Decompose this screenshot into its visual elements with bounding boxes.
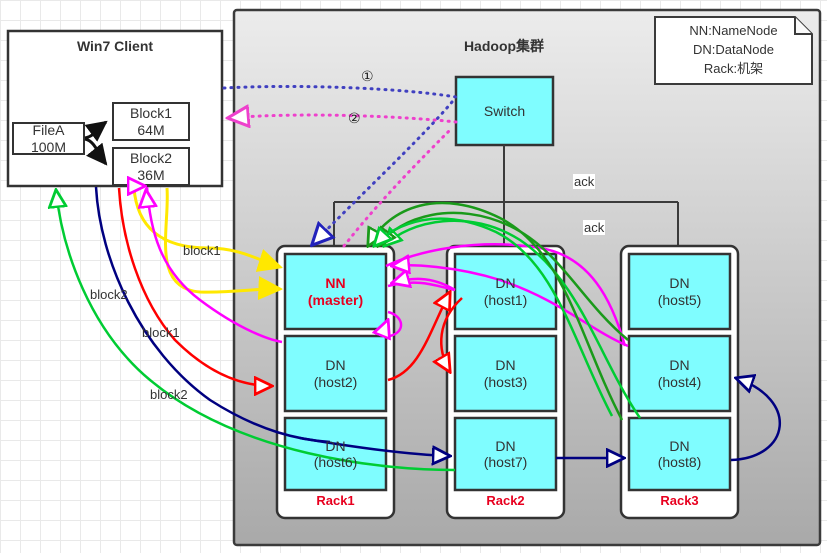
node-box-host5 — [627, 252, 732, 331]
diagram-canvas: Win7 Client FileA 100M Block1 64M Block2… — [0, 0, 827, 553]
switch-box — [454, 75, 555, 147]
node-box-host2 — [283, 334, 388, 413]
edge-magenta-client-arrowhead — [146, 190, 147, 200]
node-box-host4 — [627, 334, 732, 413]
node-box-nn-master — [283, 252, 388, 331]
edge-label-block1-top: block1 — [183, 243, 221, 258]
edge-label-ack-1: ack — [573, 174, 596, 189]
step-marker-2: ② — [348, 110, 361, 126]
step-marker-1: ① — [361, 68, 374, 84]
diagram-svg — [6, 8, 822, 547]
filea-box — [12, 122, 85, 155]
edge-label-block1-mid: block1 — [142, 325, 180, 340]
block1-box — [112, 102, 190, 141]
legend-line-rack: Rack:机架 — [703, 60, 764, 76]
node-box-host7 — [453, 416, 558, 492]
legend-line-dn: DN:DataNode — [693, 41, 774, 57]
win7-client-title: Win7 Client — [76, 38, 154, 54]
edge-label-block2-bottom: block2 — [150, 387, 188, 402]
block2-box — [112, 147, 190, 186]
legend-text: NN:NameNode DN:DataNode Rack:机架 — [655, 22, 812, 79]
rack-label-2: Rack2 — [486, 493, 525, 508]
node-box-host1 — [453, 252, 558, 331]
hadoop-cluster-title: Hadoop集群 — [463, 38, 545, 54]
rack-label-3: Rack3 — [660, 493, 699, 508]
legend-line-nn: NN:NameNode — [689, 23, 778, 38]
node-box-host3 — [453, 334, 558, 413]
node-box-host8 — [627, 416, 732, 492]
edge-label-ack-2: ack — [583, 220, 606, 235]
node-box-host6 — [283, 416, 388, 492]
edge-label-block2-top: block2 — [90, 287, 128, 302]
rack-label-1: Rack1 — [316, 493, 355, 508]
